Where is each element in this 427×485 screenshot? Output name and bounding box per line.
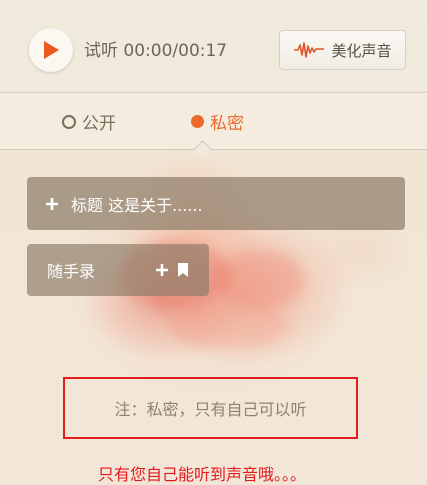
tab-public-label: 公开 (82, 114, 116, 134)
privacy-note: 注：私密，只有自己可以听 (114, 400, 307, 419)
bookmark-icon (178, 263, 188, 277)
note-highlight-box: 注：私密，只有自己可以听 (63, 377, 358, 439)
player-bar: 试听 00:00/00:17 美化声音 (0, 0, 427, 93)
caption-text: 只有您自己能听到声音哦。。。 (98, 465, 307, 484)
plus-icon (46, 197, 58, 210)
tab-private-label: 私密 (210, 114, 244, 134)
radio-checked-icon (191, 115, 204, 128)
tab-private[interactable]: 私密 (191, 109, 244, 134)
memo-icons (155, 262, 189, 278)
privacy-tabs: 公开 私密 (0, 93, 427, 159)
play-button[interactable] (29, 28, 73, 72)
play-icon (44, 41, 59, 59)
waveform-icon (294, 42, 325, 58)
quick-memo-label: 随手录 (47, 262, 96, 281)
add-title-label: 标题 这是关于...... (71, 195, 203, 215)
beautify-voice-label: 美化声音 (331, 41, 392, 60)
playback-time: 试听 00:00/00:17 (84, 41, 228, 61)
plus-icon (156, 264, 168, 276)
add-title-button[interactable]: 标题 这是关于...... (27, 177, 405, 230)
beautify-voice-button[interactable]: 美化声音 (279, 30, 406, 70)
tab-public[interactable]: 公开 (62, 109, 116, 134)
radio-unchecked-icon (62, 114, 76, 129)
quick-memo-button[interactable]: 随手录 (27, 244, 209, 296)
